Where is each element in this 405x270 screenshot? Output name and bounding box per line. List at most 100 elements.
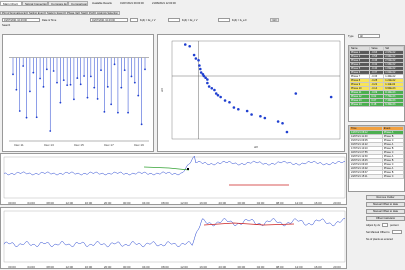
x-tick-label: 12:00 (295, 265, 303, 269)
x-tick-label: 04:00 (257, 265, 265, 269)
x-tick-label: 12:00 (295, 201, 303, 205)
x-tick-label: 04:00 (257, 201, 265, 205)
offset-calculator-button[interactable]: Offset Calculator (366, 216, 405, 221)
red-fit-line (203, 222, 295, 226)
date-input[interactable]: 19/07/2021 10:43:00 (2, 18, 40, 22)
stem-point (100, 69, 102, 72)
range-end: 21/08/2021 12:00:00 (152, 2, 176, 5)
green-fit-line (143, 166, 190, 171)
prob-button[interactable]: Prob (87, 11, 95, 15)
note-label: No of plants as entered (366, 238, 393, 241)
x-tick-label: 12:00 (66, 201, 74, 205)
manual-offset-button-2[interactable]: Manual Offset to data (366, 209, 405, 214)
stem-point (15, 88, 18, 91)
stem-point (133, 81, 136, 84)
stem-point (83, 75, 85, 77)
stats-by-events-button[interactable]: Stats by Events (45, 11, 65, 15)
stem-point (62, 79, 65, 82)
stem-point (73, 98, 75, 101)
search-label: Search (2, 24, 11, 27)
stem-point (32, 71, 35, 74)
stem-point (69, 83, 72, 86)
adjust-input[interactable] (382, 223, 388, 227)
plot-frame (171, 40, 341, 140)
set-manual-offset-label: Set Manual Offset to (366, 231, 390, 234)
x-tick-label: 04:00 (142, 201, 150, 205)
go-button[interactable]: GO (270, 18, 279, 22)
type-select[interactable]: All (358, 34, 380, 38)
tab-comparisons[interactable]: Comparisons (68, 1, 88, 6)
x-tick-label: 20:00 (333, 201, 341, 205)
tab-compare-evals[interactable]: Compare Evals (48, 1, 68, 6)
x-tick-label: 04:00 (27, 265, 35, 269)
range-start: 01/07/2021 09:00:00 (120, 2, 144, 5)
x-tick-label: 20:00 (219, 265, 227, 269)
stem-point (12, 73, 14, 76)
plot-anomalous-events-button[interactable]: Plot of Anomalous Events (0, 11, 27, 15)
plot-frame (3, 156, 346, 199)
offset-input-2[interactable] (168, 18, 180, 22)
x-axis-label: Δθ (254, 145, 258, 149)
select-from-input[interactable]: 01/07/2021 10:43:00 (90, 18, 128, 22)
scatter-point (294, 92, 298, 95)
stem-point (76, 77, 79, 79)
x-tick-label: 08:00 (161, 265, 169, 269)
timeseries-2-svg: 00:00 04:00 08:00 12:00 16:00 20:00 00:00 04:00… (3, 210, 346, 269)
stem-point (45, 68, 48, 71)
x-tick-label: 16:00 (199, 201, 207, 205)
offset-input-3[interactable] (218, 18, 230, 22)
scatter-point (198, 64, 201, 67)
remove-outlier-button[interactable]: Remove Outlier (366, 195, 405, 200)
tab-signal-inspection[interactable]: Signal Inspection (22, 1, 48, 6)
setting-events-button[interactable]: Setting Events (27, 11, 45, 15)
stem-point (86, 96, 89, 99)
offset-input-1[interactable] (130, 18, 138, 22)
scatter-point (237, 107, 240, 111)
series-line (3, 218, 346, 248)
scatter-point (188, 44, 191, 48)
stem-point (127, 111, 129, 114)
y-axis-label: Δθ (160, 88, 164, 92)
x-tick-label: Dec 13 (44, 143, 54, 147)
stem-point (39, 77, 41, 80)
scatter-point (194, 57, 198, 60)
formula-3: Σ(Δ) = Δ_a F (232, 19, 247, 22)
stem-point (144, 68, 146, 71)
scatter-point (213, 88, 216, 92)
timeseries-chart-1: 00:00 04:00 08:00 12:00 16:00 20:00 00:00 04:00… (0, 153, 347, 205)
tab-main-chart[interactable]: Main Chart (0, 1, 22, 6)
formula-1: Σ(Δ) = Δt_c V (140, 19, 156, 22)
manual-offset-button-1[interactable]: Manual Offset to data (366, 202, 405, 207)
analysis-selection-button[interactable]: Analysis Selection (95, 11, 120, 15)
stats-button[interactable]: Stats (79, 11, 87, 15)
stem-point (120, 86, 123, 89)
stem-point (113, 63, 116, 66)
stem-point (66, 84, 69, 87)
events-table-cell: 24/07/21 15:11 (349, 174, 383, 179)
scatter-point (245, 109, 249, 113)
scatter-point (259, 114, 262, 118)
stem-point (49, 130, 52, 132)
x-tick-label: Dec 17 (104, 143, 114, 147)
stem-point (42, 85, 45, 88)
x-tick-label: 12:00 (66, 265, 74, 269)
x-tick-label: 12:00 (180, 265, 188, 269)
x-tick-label: 16:00 (314, 201, 322, 205)
phase-values-button[interactable]: Phase Values (65, 11, 79, 15)
scatter-point (206, 81, 209, 85)
phase-table-row[interactable]: Phase 14 0.18 6.30E-03 (349, 102, 404, 107)
stem-point (52, 70, 55, 72)
scatter-point (192, 53, 196, 57)
timeseries-1-svg: 00:00 04:00 08:00 12:00 16:00 20:00 00:00 04:00… (3, 155, 346, 205)
x-tick-label: 08:00 (46, 201, 54, 205)
x-tick-label: 08:00 (46, 265, 54, 269)
stem-point (96, 98, 99, 100)
scatter-point (183, 43, 187, 46)
scatter-point (329, 95, 333, 99)
stem-point (106, 85, 109, 88)
stem-point (93, 86, 96, 89)
set-offset-input[interactable] (392, 230, 402, 234)
stem-point (110, 103, 113, 106)
phase-table: Name Value Std Phase 1 -0.63 2.97E-02 Phase 2-… (348, 45, 405, 122)
events-table-row[interactable]: 24/07/21 15:11 Phase C (349, 174, 404, 179)
